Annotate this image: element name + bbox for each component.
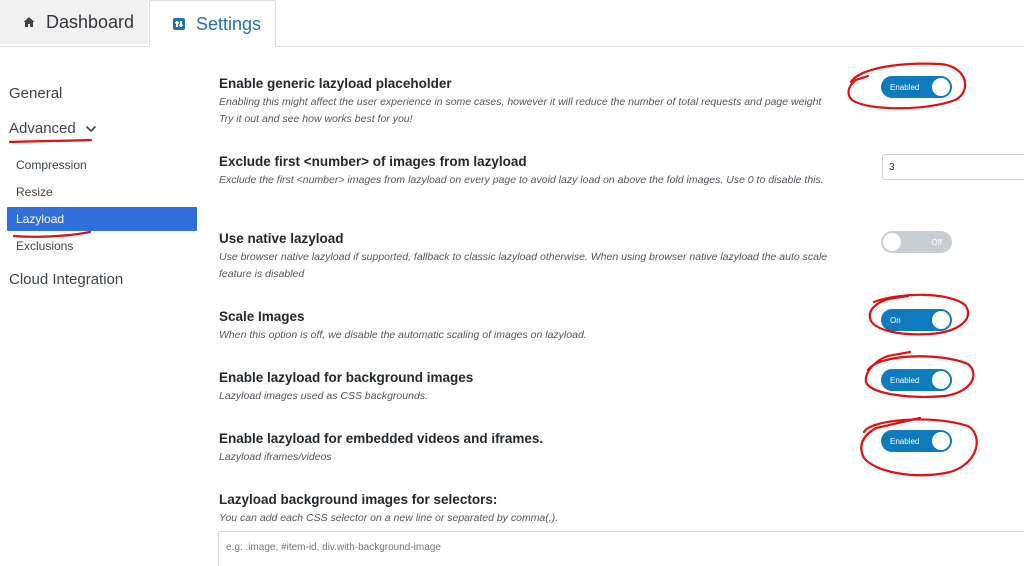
setting-description: Lazyload images used as CSS backgrounds. xyxy=(219,390,428,402)
setting-iframes: Enable lazyload for embedded videos and … xyxy=(219,430,859,466)
setting-exclude-first: Exclude first <number> of images from la… xyxy=(219,153,849,189)
tab-settings-label: Settings xyxy=(196,13,262,34)
exclude-first-input[interactable]: 3 xyxy=(882,154,1024,180)
toggle-knob xyxy=(932,311,950,329)
placeholder-toggle[interactable]: Enabled xyxy=(881,76,952,98)
settings-icon xyxy=(173,18,185,30)
setting-scale-images: Scale Images When this option is off, we… xyxy=(219,308,859,344)
native-lazyload-toggle[interactable]: Off xyxy=(881,231,952,253)
toggle-knob xyxy=(883,233,901,251)
setting-title: Exclude first <number> of images from la… xyxy=(219,154,527,169)
toggle-knob xyxy=(932,371,950,389)
input-value: 3 xyxy=(889,161,895,173)
toggle-label: Enabled xyxy=(890,375,920,385)
setting-selectors: Lazyload background images for selectors… xyxy=(219,491,859,527)
toggle-label: Off xyxy=(931,237,942,247)
setting-title: Scale Images xyxy=(219,309,305,324)
setting-title: Enable lazyload for embedded videos and … xyxy=(219,431,544,446)
settings-panel: Enable generic lazyload placeholder Enab… xyxy=(0,0,1024,566)
setting-title: Enable generic lazyload placeholder xyxy=(219,76,452,91)
setting-description: Try it out and see how works best for yo… xyxy=(219,113,413,125)
iframes-toggle[interactable]: Enabled xyxy=(881,430,952,452)
app-window: Dashboard Settings General Advanced Comp… xyxy=(0,0,1024,566)
setting-title: Use native lazyload xyxy=(219,231,344,246)
setting-description: Exclude the first <number> images from l… xyxy=(219,174,824,186)
setting-description: Lazyload iframes/videos xyxy=(219,451,332,463)
setting-description: Enabling this might affect the user expe… xyxy=(219,96,822,108)
tab-settings[interactable]: Settings xyxy=(149,0,276,47)
background-images-toggle[interactable]: Enabled xyxy=(881,369,952,391)
selectors-textarea[interactable] xyxy=(218,531,1024,566)
scale-images-toggle[interactable]: On xyxy=(881,309,952,331)
setting-title: Enable lazyload for background images xyxy=(219,370,474,385)
setting-background-images: Enable lazyload for background images La… xyxy=(219,369,859,405)
setting-generic-placeholder: Enable generic lazyload placeholder Enab… xyxy=(219,75,859,128)
toggle-label: On xyxy=(890,315,901,325)
setting-description: Use browser native lazyload if supported… xyxy=(219,251,828,280)
setting-description: When this option is off, we disable the … xyxy=(219,329,587,341)
toggle-label: Enabled xyxy=(890,82,920,92)
setting-description: You can add each CSS selector on a new l… xyxy=(219,512,559,524)
toggle-label: Enabled xyxy=(890,436,920,446)
setting-title: Lazyload background images for selectors… xyxy=(219,492,498,507)
setting-native-lazyload: Use native lazyload Use browser native l… xyxy=(219,230,849,283)
toggle-knob xyxy=(932,78,950,96)
toggle-knob xyxy=(932,432,950,450)
